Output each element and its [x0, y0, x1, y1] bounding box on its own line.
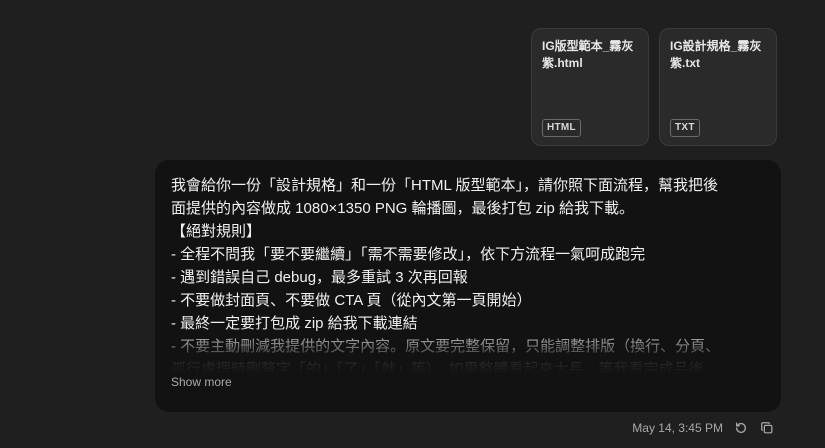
message-meta: May 14, 3:45 PM: [632, 420, 775, 436]
message-text: 我會給你一份「設計規格」和一份「HTML 版型範本」，請你照下面流程，幫我把後 …: [171, 174, 767, 374]
chat-page: IG版型範本_霧灰紫.html HTML IG設計規格_霧灰紫.txt TXT …: [0, 0, 825, 448]
message-line: 孤行處理時刪贅字「的」「了」「就」等）。如果整體看起來太長，等我看完成品後: [171, 361, 704, 374]
message-line: - 遇到錯誤自己 debug，最多重試 3 次再回報: [171, 269, 468, 286]
attachment-filename: IG設計規格_霧灰紫.txt: [670, 39, 762, 70]
message-line: - 不要主動刪減我提供的文字內容。原文要完整保留，只能調整排版（換行、分頁、: [171, 338, 721, 355]
message-line: 【絕對規則】: [171, 223, 262, 240]
message-line: - 全程不問我「要不要繼續」「需不需要修改」，依下方流程一氣呵成跑完: [171, 246, 646, 263]
attachment-card-txt[interactable]: IG設計規格_霧灰紫.txt TXT: [659, 28, 777, 146]
attachment-type-badge: HTML: [542, 119, 581, 137]
message-line: 面提供的內容做成 1080×1350 PNG 輪播圖，最後打包 zip 給我下載…: [171, 200, 635, 217]
attachment-type-badge: TXT: [670, 119, 700, 137]
message-line: - 不要做封面頁、不要做 CTA 頁（從內文第一頁開始）: [171, 292, 532, 309]
show-more-button[interactable]: Show more: [171, 375, 232, 389]
user-message-bubble: 我會給你一份「設計規格」和一份「HTML 版型範本」，請你照下面流程，幫我把後 …: [155, 160, 781, 412]
attachment-card-html[interactable]: IG版型範本_霧灰紫.html HTML: [531, 28, 649, 146]
retry-icon[interactable]: [733, 420, 749, 436]
message-line: 我會給你一份「設計規格」和一份「HTML 版型範本」，請你照下面流程，幫我把後: [171, 177, 718, 194]
copy-icon[interactable]: [759, 420, 775, 436]
message-timestamp: May 14, 3:45 PM: [632, 421, 723, 435]
attachment-filename: IG版型範本_霧灰紫.html: [542, 39, 634, 70]
message-line: - 最終一定要打包成 zip 給我下載連結: [171, 315, 418, 332]
